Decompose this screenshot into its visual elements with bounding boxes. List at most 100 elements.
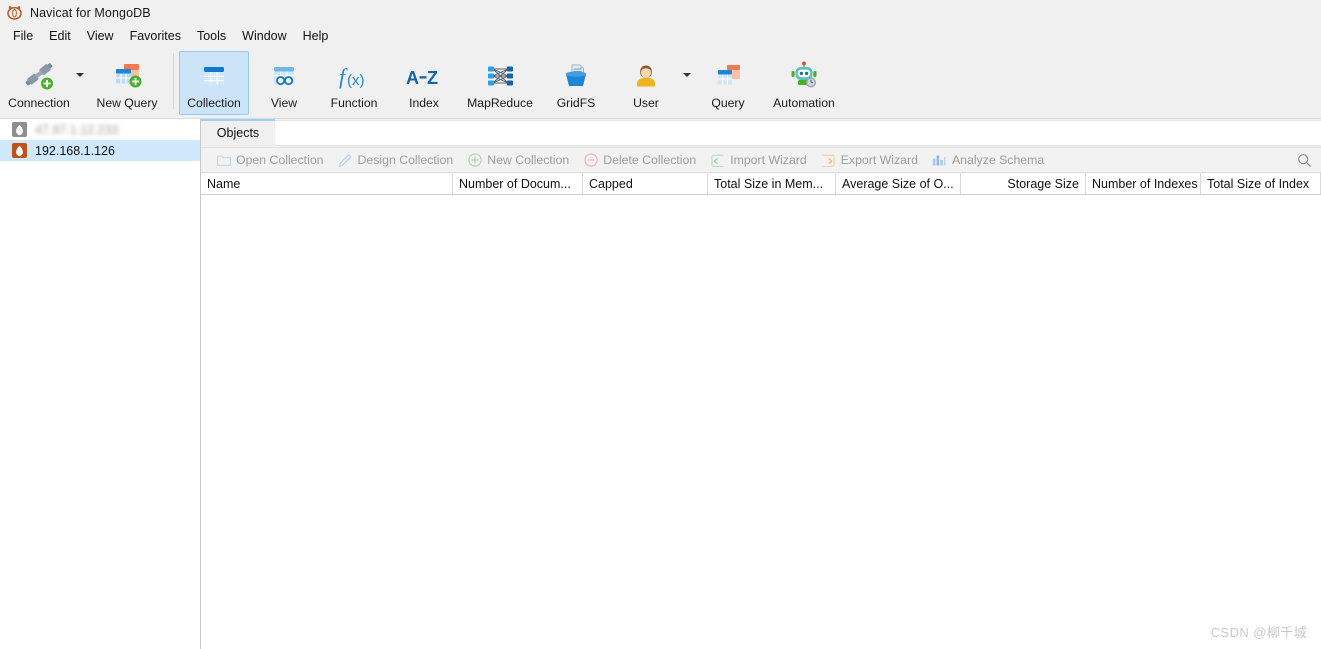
action-import-wizard[interactable]: Import Wizard: [703, 149, 814, 171]
menu-bar: File Edit View Favorites Tools Window He…: [0, 25, 1321, 47]
import-arrow-icon: [710, 153, 725, 168]
bar-chart-icon: [932, 153, 947, 168]
toolbar-button-connection[interactable]: Connection: [4, 51, 74, 115]
column-header-number-of-indexes[interactable]: Number of Indexes: [1086, 173, 1201, 194]
toolbar-caret-connection[interactable]: [74, 51, 86, 115]
toolbar-button-user[interactable]: User: [611, 51, 681, 115]
connection-sidebar[interactable]: 47.97.1.12.233 192.168.1.126: [0, 119, 201, 649]
query-table-icon: [713, 59, 743, 93]
column-header-number-of-documents[interactable]: Number of Docum...: [453, 173, 583, 194]
collection-grid-body[interactable]: CSDN @柳千城: [201, 195, 1321, 649]
user-person-icon: [631, 59, 661, 93]
tab-objects-label: Objects: [216, 126, 260, 140]
chevron-down-icon: [76, 73, 84, 77]
toolbar-caret-user[interactable]: [681, 51, 693, 115]
navicat-window: Navicat for MongoDB File Edit View Favor…: [0, 0, 1321, 649]
automation-robot-icon: [788, 59, 820, 93]
view-glasses-icon: [269, 59, 299, 93]
action-open-collection[interactable]: Open Collection: [209, 149, 331, 171]
toolbar-separator: [173, 53, 174, 109]
body-split: 47.97.1.12.233 192.168.1.126 Objects Ope…: [0, 119, 1321, 649]
new-query-add-icon: [110, 59, 144, 93]
toolbar-label-query: Query: [711, 96, 745, 110]
chevron-down-icon: [683, 73, 691, 77]
export-arrow-icon: [821, 153, 836, 168]
search-icon[interactable]: [1296, 152, 1313, 169]
grid-column-header: Name Number of Docum... Capped Total Siz…: [201, 173, 1321, 195]
function-fx-icon: f (x): [334, 59, 374, 93]
connection-item-0[interactable]: 47.97.1.12.233: [0, 119, 200, 140]
toolbar-button-query[interactable]: Query: [693, 51, 763, 115]
connection-item-1[interactable]: 192.168.1.126: [0, 140, 200, 161]
action-delete-collection-label: Delete Collection: [603, 153, 697, 167]
menu-item-view[interactable]: View: [80, 27, 121, 45]
navicat-logo-icon: [6, 4, 23, 21]
menu-item-favorites[interactable]: Favorites: [123, 27, 188, 45]
index-az-icon: A Z: [402, 59, 446, 93]
collection-table-icon: [199, 59, 229, 93]
watermark-text: CSDN @柳千城: [1210, 625, 1307, 640]
toolbar-label-new-query: New Query: [96, 96, 158, 110]
svg-text:A: A: [406, 68, 419, 88]
toolbar-button-mapreduce[interactable]: MapReduce: [459, 51, 541, 115]
menu-item-file[interactable]: File: [6, 27, 40, 45]
action-design-collection[interactable]: Design Collection: [331, 149, 461, 171]
action-open-collection-label: Open Collection: [236, 153, 324, 167]
toolbar-label-automation: Automation: [773, 96, 835, 110]
action-new-collection[interactable]: New Collection: [460, 149, 576, 171]
menu-item-help[interactable]: Help: [296, 27, 336, 45]
main-pane: Objects Open Collection Design Collectio…: [201, 119, 1321, 649]
connection-label-1: 192.168.1.126: [35, 143, 115, 158]
toolbar-label-function: Function: [330, 96, 378, 110]
toolbar-button-function[interactable]: f (x) Function: [319, 51, 389, 115]
toolbar-button-index[interactable]: A Z Index: [389, 51, 459, 115]
menu-item-tools[interactable]: Tools: [190, 27, 233, 45]
column-header-total-size-in-memory[interactable]: Total Size in Mem...: [708, 173, 836, 194]
action-analyze-schema[interactable]: Analyze Schema: [925, 149, 1051, 171]
action-delete-collection[interactable]: Delete Collection: [576, 149, 703, 171]
connection-label-0: 47.97.1.12.233: [35, 122, 119, 137]
toolbar-button-new-query[interactable]: New Query: [86, 51, 168, 115]
toolbar-label-mapreduce: MapReduce: [467, 96, 533, 110]
object-action-bar: Open Collection Design Collection New Co…: [201, 147, 1321, 173]
action-analyze-schema-label: Analyze Schema: [951, 153, 1045, 167]
plus-circle-icon: [467, 153, 482, 168]
title-bar: Navicat for MongoDB: [0, 0, 1321, 25]
main-toolbar: Connection New Query Collection View f (…: [0, 47, 1321, 119]
tab-strip: Objects: [201, 119, 1321, 147]
tab-strip-filler: [275, 120, 1321, 146]
mongodb-leaf-icon: [12, 143, 27, 158]
toolbar-label-user: User: [633, 96, 659, 110]
menu-item-window[interactable]: Window: [235, 27, 293, 45]
action-new-collection-label: New Collection: [487, 153, 570, 167]
pencil-edit-icon: [338, 153, 353, 168]
column-header-storage-size[interactable]: Storage Size: [961, 173, 1086, 194]
toolbar-label-gridfs: GridFS: [556, 96, 596, 110]
menu-item-edit[interactable]: Edit: [42, 27, 78, 45]
svg-text:(x): (x): [347, 72, 365, 89]
svg-text:Z: Z: [427, 68, 438, 88]
toolbar-button-collection[interactable]: Collection: [179, 51, 249, 115]
toolbar-button-automation[interactable]: Automation: [763, 51, 845, 115]
column-header-capped[interactable]: Capped: [583, 173, 708, 194]
toolbar-label-collection: Collection: [187, 96, 241, 110]
toolbar-label-index: Index: [409, 96, 439, 110]
action-export-wizard[interactable]: Export Wizard: [814, 149, 925, 171]
column-header-average-size-of-object[interactable]: Average Size of O...: [836, 173, 961, 194]
toolbar-label-view: View: [270, 96, 298, 110]
action-export-wizard-label: Export Wizard: [840, 153, 918, 167]
tab-objects[interactable]: Objects: [201, 119, 275, 147]
window-title: Navicat for MongoDB: [30, 5, 151, 20]
mongodb-leaf-icon: [12, 122, 27, 137]
toolbar-button-view[interactable]: View: [249, 51, 319, 115]
folder-open-icon: [216, 153, 231, 168]
toolbar-button-gridfs[interactable]: GridFS: [541, 51, 611, 115]
minus-circle-icon: [583, 153, 598, 168]
action-import-wizard-label: Import Wizard: [730, 153, 807, 167]
connection-plug-add-icon: [22, 59, 56, 93]
gridfs-bucket-icon: [561, 59, 591, 93]
mapreduce-nodes-icon: [482, 59, 518, 93]
column-header-name[interactable]: Name: [201, 173, 453, 194]
column-header-total-size-of-index[interactable]: Total Size of Index: [1201, 173, 1321, 194]
toolbar-label-connection: Connection: [8, 96, 70, 110]
